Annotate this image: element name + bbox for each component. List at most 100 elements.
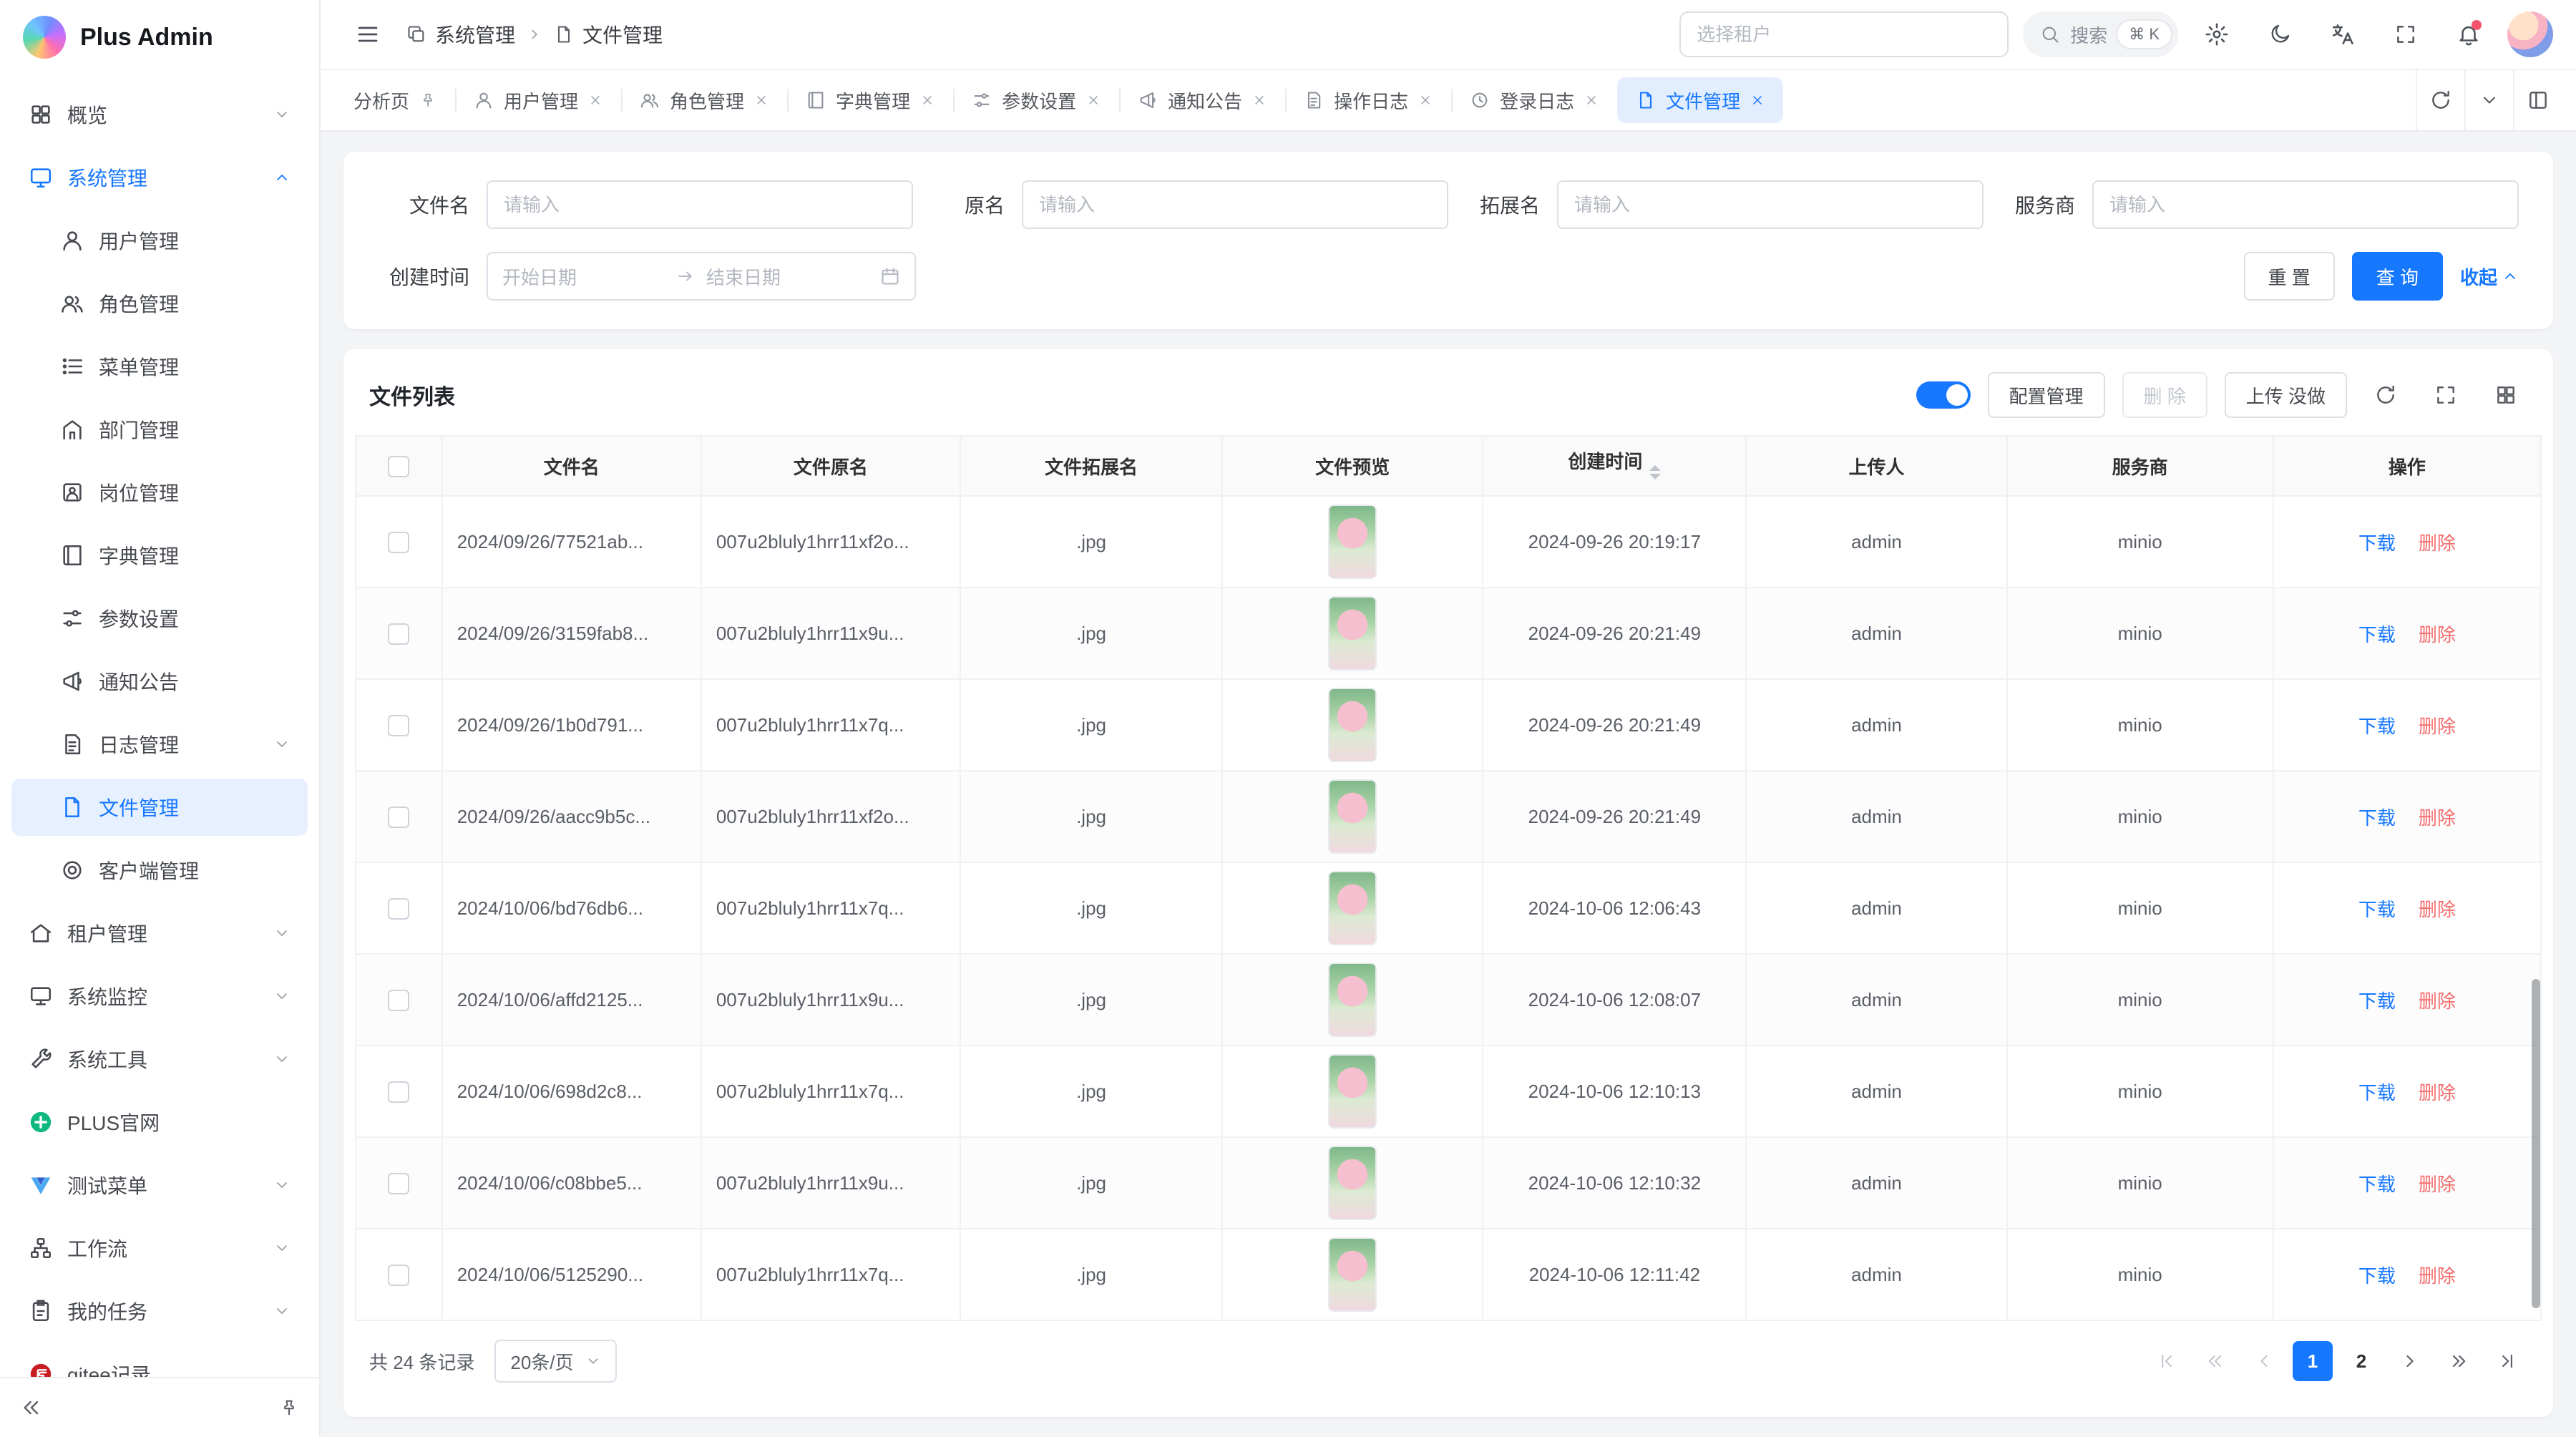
file-preview-thumbnail[interactable] [1328, 1237, 1377, 1312]
page-size-select[interactable]: 20条/页 [494, 1340, 616, 1383]
pagination-prev[interactable] [2244, 1341, 2284, 1381]
tab-dict-mgmt[interactable]: 字典管理 [787, 77, 953, 123]
close-icon[interactable] [1086, 93, 1101, 107]
upload-button[interactable]: 上传 没做 [2225, 372, 2347, 418]
close-icon[interactable] [1252, 93, 1267, 107]
hamburger-menu-icon[interactable] [355, 21, 381, 47]
row-checkbox[interactable] [388, 623, 409, 645]
file-preview-thumbnail[interactable] [1328, 1054, 1377, 1129]
delete-link[interactable]: 删除 [2419, 990, 2456, 1012]
download-link[interactable]: 下载 [2358, 1174, 2396, 1195]
file-preview-thumbnail[interactable] [1328, 688, 1377, 762]
provider-input[interactable] [2092, 180, 2519, 229]
sidebar-item-dict-mgmt[interactable]: 字典管理 [11, 527, 308, 584]
breadcrumb-item-file[interactable]: 文件管理 [554, 20, 663, 49]
close-icon[interactable] [1750, 93, 1765, 107]
user-avatar[interactable] [2507, 11, 2553, 57]
pagination-next[interactable] [2390, 1341, 2430, 1381]
download-link[interactable]: 下载 [2358, 1265, 2396, 1287]
tab-user-mgmt[interactable]: 用户管理 [455, 77, 621, 123]
tab-role-mgmt[interactable]: 角色管理 [621, 77, 787, 123]
row-checkbox[interactable] [388, 990, 409, 1011]
select-all-checkbox[interactable] [388, 456, 409, 477]
row-checkbox[interactable] [388, 532, 409, 553]
sidebar-item-plus-site[interactable]: PLUS官网 [11, 1093, 308, 1151]
sidebar-collapse-button[interactable] [20, 1396, 43, 1419]
delete-link[interactable]: 删除 [2419, 807, 2456, 829]
sidebar-item-file-mgmt[interactable]: 文件管理 [11, 779, 308, 836]
close-icon[interactable] [1584, 93, 1599, 107]
column-settings-button[interactable] [2484, 374, 2527, 417]
file-preview-thumbnail[interactable] [1328, 596, 1377, 671]
sidebar-item-client-mgmt[interactable]: 客户端管理 [11, 842, 308, 899]
config-management-button[interactable]: 配置管理 [1988, 372, 2105, 418]
file-preview-thumbnail[interactable] [1328, 505, 1377, 579]
close-icon[interactable] [588, 93, 602, 107]
sidebar-item-workflow[interactable]: 工作流 [11, 1219, 308, 1277]
language-button[interactable] [2318, 10, 2367, 59]
close-icon[interactable] [754, 93, 769, 107]
pin-icon[interactable] [419, 92, 436, 109]
sidebar-item-post-mgmt[interactable]: 岗位管理 [11, 464, 308, 521]
tab-layout-button[interactable] [2513, 70, 2562, 130]
query-button[interactable]: 查 询 [2352, 252, 2443, 301]
collapse-toggle[interactable]: 收起 [2460, 263, 2519, 290]
sidebar-pin-button[interactable] [279, 1398, 299, 1418]
delete-link[interactable]: 删除 [2419, 716, 2456, 737]
delete-link[interactable]: 删除 [2419, 1082, 2456, 1104]
table-fullscreen-button[interactable] [2424, 374, 2467, 417]
row-checkbox[interactable] [388, 807, 409, 828]
pagination-last[interactable] [2487, 1341, 2527, 1381]
sidebar-item-menu-mgmt[interactable]: 菜单管理 [11, 338, 308, 395]
global-search[interactable]: 搜索 ⌘ K [2023, 11, 2178, 57]
download-link[interactable]: 下载 [2358, 624, 2396, 646]
sidebar-item-system-monitor[interactable]: 系统监控 [11, 968, 308, 1025]
tab-param-settings[interactable]: 参数设置 [953, 77, 1119, 123]
sidebar-item-param-settings[interactable]: 参数设置 [11, 590, 308, 647]
pagination-first[interactable] [2147, 1341, 2187, 1381]
file-preview-thumbnail[interactable] [1328, 1146, 1377, 1220]
tab-login-log[interactable]: 登录日志 [1451, 77, 1617, 123]
table-scrollbar[interactable] [2532, 979, 2540, 1308]
pagination-jump-forward[interactable] [2439, 1341, 2479, 1381]
sidebar-item-system-tools[interactable]: 系统工具 [11, 1031, 308, 1088]
delete-link[interactable]: 删除 [2419, 1174, 2456, 1195]
row-checkbox[interactable] [388, 1173, 409, 1194]
original-name-input[interactable] [1022, 180, 1448, 229]
tab-refresh-button[interactable] [2416, 70, 2464, 130]
dark-mode-button[interactable] [2255, 10, 2304, 59]
file-preview-thumbnail[interactable] [1328, 871, 1377, 945]
sidebar-item-notice[interactable]: 通知公告 [11, 653, 308, 710]
download-link[interactable]: 下载 [2358, 899, 2396, 920]
sidebar-item-my-tasks[interactable]: 我的任务 [11, 1282, 308, 1340]
tab-op-log[interactable]: 操作日志 [1285, 77, 1451, 123]
date-range-picker[interactable]: 开始日期 结束日期 [487, 252, 916, 301]
tab-notice[interactable]: 通知公告 [1119, 77, 1285, 123]
download-link[interactable]: 下载 [2358, 807, 2396, 829]
tab-more-button[interactable] [2464, 70, 2513, 130]
row-checkbox[interactable] [388, 898, 409, 920]
pagination-jump-back[interactable] [2195, 1341, 2235, 1381]
sidebar-item-tenant-mgmt[interactable]: 租户管理 [11, 905, 308, 962]
breadcrumb-item-system[interactable]: 系统管理 [406, 20, 515, 49]
column-header[interactable]: 创建时间 [1483, 436, 1746, 496]
reset-button[interactable]: 重 置 [2244, 252, 2335, 301]
file-name-input[interactable] [487, 180, 913, 229]
sidebar-item-role-mgmt[interactable]: 角色管理 [11, 275, 308, 332]
notifications-button[interactable] [2444, 10, 2493, 59]
sidebar-item-log-mgmt[interactable]: 日志管理 [11, 716, 308, 773]
sidebar-item-user-mgmt[interactable]: 用户管理 [11, 212, 308, 269]
tenant-select[interactable] [1679, 11, 2009, 57]
delete-link[interactable]: 删除 [2419, 532, 2456, 554]
row-checkbox[interactable] [388, 1081, 409, 1103]
delete-link[interactable]: 删除 [2419, 899, 2456, 920]
file-preview-thumbnail[interactable] [1328, 779, 1377, 854]
pagination-page-2[interactable]: 2 [2341, 1341, 2381, 1381]
logo[interactable]: Plus Admin [0, 0, 319, 74]
sidebar-item-system-mgmt[interactable]: 系统管理 [11, 149, 308, 206]
row-checkbox[interactable] [388, 1265, 409, 1286]
delete-button[interactable]: 删 除 [2122, 372, 2207, 418]
settings-button[interactable] [2192, 10, 2241, 59]
extension-input[interactable] [1557, 180, 1984, 229]
download-link[interactable]: 下载 [2358, 990, 2396, 1012]
